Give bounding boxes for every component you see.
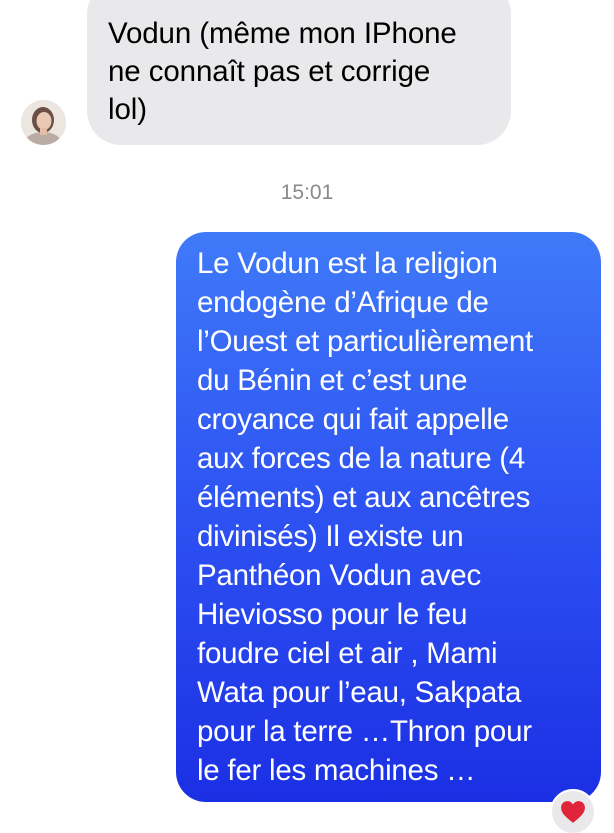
outgoing-message-line: foudre ciel et air , Mami <box>197 637 498 670</box>
red-heart-icon <box>561 801 585 823</box>
incoming-message-bubble[interactable]: Vodun (même mon IPhone ne connaît pas et… <box>87 0 511 145</box>
outgoing-message-line: Hieviosso pour le feu <box>197 598 468 631</box>
outgoing-message-line: aux forces de la nature (4 <box>197 442 526 475</box>
outgoing-message-line: Wata pour l’eau, Sakpata <box>197 676 522 709</box>
outgoing-message-line: l’Ouest et particulièrement <box>197 325 533 358</box>
outgoing-message-line: Le Vodun est la religion <box>197 247 498 280</box>
outgoing-message-line: Panthéon Vodun avec <box>197 559 481 592</box>
avatar-photo-icon <box>21 100 66 145</box>
incoming-message-line: Vodun (même mon IPhone <box>108 17 457 50</box>
outgoing-message-line: endogène d’Afrique de <box>197 286 489 319</box>
outgoing-message-line: le fer les machines … <box>197 754 476 787</box>
outgoing-message-line: croyance qui fait appelle <box>197 403 509 436</box>
incoming-message-line: ne connaît pas et corrige <box>108 55 431 88</box>
message-timestamp: 15:01 <box>280 181 334 204</box>
contact-avatar[interactable] <box>21 100 66 145</box>
outgoing-message-line: du Bénin et c’est une <box>197 364 468 397</box>
outgoing-message-line: pour la terre …Thron pour <box>197 715 532 748</box>
outgoing-message-bubble[interactable]: Le Vodun est la religion endogène d’Afri… <box>176 232 601 802</box>
heart-reaction-badge[interactable] <box>550 789 596 833</box>
incoming-message-line: lol) <box>108 93 147 126</box>
outgoing-message-line: divinisés) Il existe un <box>197 520 464 553</box>
outgoing-message-line: éléments) et aux ancêtres <box>197 481 531 514</box>
